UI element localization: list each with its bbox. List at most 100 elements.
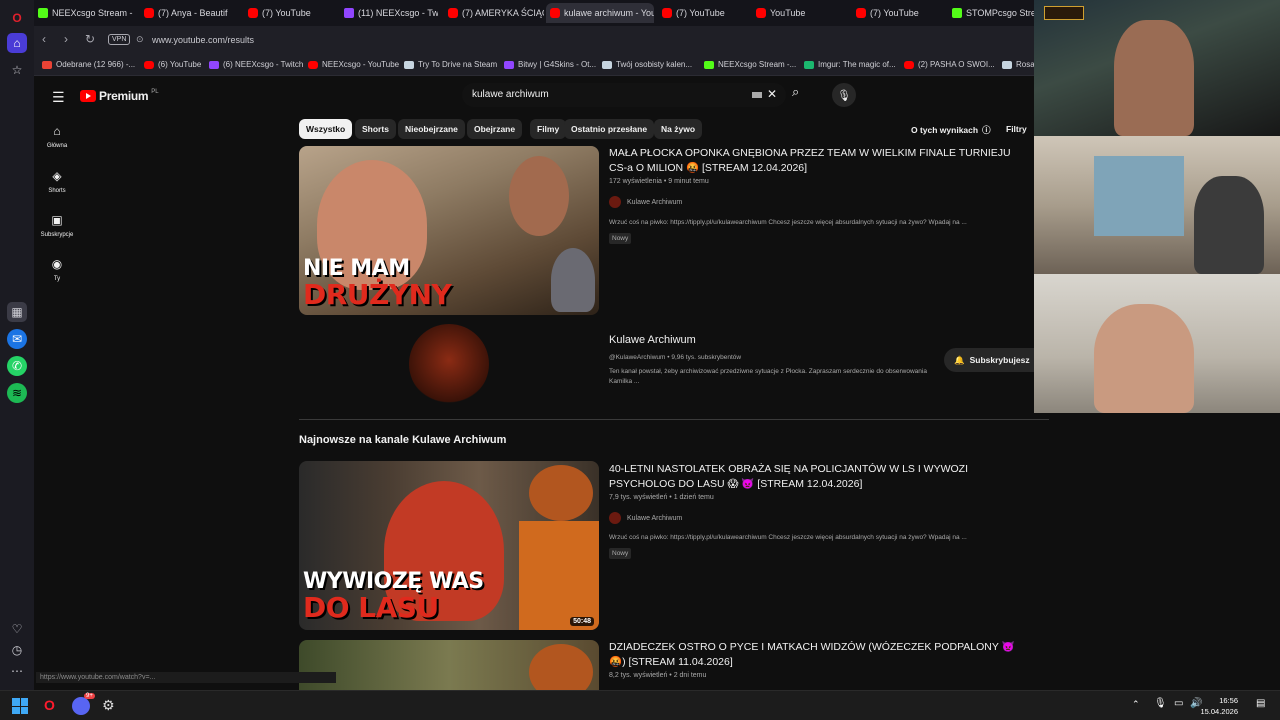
channel-name[interactable]: Kulawe Archiwum xyxy=(609,334,696,346)
tab[interactable]: (7) Anya - Beautif xyxy=(140,3,240,23)
chip-watched[interactable]: Obejrzane xyxy=(467,119,523,139)
guide-shorts[interactable]: ◈ Shorts xyxy=(38,169,76,194)
app-icon[interactable]: ▦ xyxy=(7,302,27,322)
lock-icon[interactable]: ⊙ xyxy=(136,34,144,45)
tab[interactable]: (7) AMERYKA ŚCIĄGA xyxy=(444,3,544,23)
search-box[interactable]: kulawe archiwum ✕ xyxy=(462,83,786,107)
channel-name[interactable]: Kulawe Archiwum xyxy=(627,515,682,522)
bookmark[interactable]: NEEXcsgo Stream -... xyxy=(704,60,796,69)
bookmark[interactable]: Odebrane (12 966) -... xyxy=(42,60,135,69)
guide-home[interactable]: ⌂ Główna xyxy=(38,124,76,149)
app-taskbar-icon[interactable]: ⚙ xyxy=(102,697,115,714)
menu-icon[interactable]: ☰ xyxy=(52,89,65,106)
filters-button[interactable]: Filtry xyxy=(1006,124,1027,134)
whatsapp-icon[interactable]: ✆ xyxy=(7,356,27,376)
clock-time: 16:56 xyxy=(1219,696,1238,705)
bookmark[interactable]: (6) NEEXcsgo - Twitch xyxy=(209,60,303,69)
steam-icon xyxy=(602,60,612,69)
video-channel[interactable]: Kulawe Archiwum xyxy=(609,196,682,208)
tab-label: (7) AMERYKA ŚCIĄGA xyxy=(462,8,544,18)
bookmark[interactable]: Try To Drive na Steam xyxy=(404,60,497,69)
bookmark[interactable]: (2) PASHA O SWOI... xyxy=(904,60,995,69)
tab[interactable]: (7) YouTube xyxy=(244,3,334,23)
channel-avatar[interactable] xyxy=(609,512,621,524)
logo-region: PL xyxy=(151,89,159,95)
chevron-up-icon[interactable]: ⌃ xyxy=(1132,699,1140,710)
streamer xyxy=(1194,176,1264,274)
back-icon[interactable]: ‹ xyxy=(42,32,46,46)
channel-avatar[interactable] xyxy=(609,196,621,208)
reload-icon[interactable]: ↻ xyxy=(85,32,95,46)
clock[interactable]: 16:56 15.04.2026 xyxy=(1200,695,1238,717)
notification-icon[interactable]: ▤ xyxy=(1256,698,1265,709)
kick-icon xyxy=(704,60,714,69)
forward-icon[interactable]: › xyxy=(64,32,68,46)
chip-recently-uploaded[interactable]: Ostatnio przesłane xyxy=(564,119,655,139)
browser-sidebar: O ⌂ ☆ ▦ ✉ ✆ ≋ ♡ ◷ ⋯ xyxy=(0,0,34,690)
shorts-icon: ◈ xyxy=(52,169,62,183)
guide-subscriptions[interactable]: ▣ Subskrypcje xyxy=(38,213,76,238)
twitch-icon xyxy=(344,8,354,18)
bookmark-label: (6) YouTube xyxy=(158,60,202,69)
url-field[interactable]: www.youtube.com/results xyxy=(152,35,254,45)
mic-icon[interactable]: 🎙 xyxy=(1154,698,1167,709)
video-channel[interactable]: Kulawe Archiwum xyxy=(609,512,682,524)
search-button[interactable]: ⌕ xyxy=(792,84,799,100)
bookmark-label: Try To Drive na Steam xyxy=(418,60,498,69)
tab[interactable]: NEEXcsgo Stream - W xyxy=(34,3,134,23)
bookmark[interactable]: Twój osobisty kalen... xyxy=(602,60,692,69)
tab[interactable]: (11) NEEXcsgo - Twitc xyxy=(340,3,438,23)
video-thumbnail[interactable]: NIE MAM DRUŻYNY xyxy=(299,146,599,315)
tab[interactable]: (7) YouTube xyxy=(852,3,942,23)
discord-taskbar-icon[interactable] xyxy=(72,697,90,715)
vpn-badge[interactable]: VPN xyxy=(108,34,131,45)
chip-videos[interactable]: Filmy xyxy=(530,119,567,139)
clear-search-icon[interactable]: ✕ xyxy=(767,87,777,101)
chip-all[interactable]: Wszystko xyxy=(299,119,353,139)
bookmark[interactable]: (6) YouTube xyxy=(144,60,201,69)
video-title[interactable]: 40-LETNI NASTOLATEK OBRAŻA SIĘ NA POLICJ… xyxy=(609,462,1024,492)
youtube-premium-logo[interactable]: Premium PL xyxy=(80,89,159,103)
youtube-icon xyxy=(448,8,458,18)
youtube-icon xyxy=(662,8,672,18)
heart-icon[interactable]: ♡ xyxy=(7,619,27,639)
tab[interactable]: STOMPcsgo Stream xyxy=(948,3,1034,23)
youtube-icon xyxy=(856,8,866,18)
more-icon[interactable]: ⋯ xyxy=(7,661,27,681)
video-title[interactable]: MAŁA PŁOCKA OPONKA GNĘBIONA PRZEZ TEAM W… xyxy=(609,146,1024,176)
chip-unwatched[interactable]: Nieobejrzane xyxy=(398,119,465,139)
messenger-icon[interactable]: ✉ xyxy=(7,329,27,349)
channel-description: Ten kanał powstał, żeby archiwizować prz… xyxy=(609,368,927,385)
chip-live[interactable]: Na żywo xyxy=(654,119,703,139)
voice-search-icon[interactable]: 🎙 xyxy=(832,83,856,107)
opera-logo-icon[interactable]: O xyxy=(7,8,27,28)
bell-icon: 🔔 xyxy=(954,354,965,365)
video-thumbnail[interactable]: WYWIOZĘ WAS DO LASU 50:48 xyxy=(299,461,599,630)
opera-taskbar-icon[interactable]: O xyxy=(44,697,55,713)
video-title[interactable]: DZIADECZEK OSTRO O PYCE I MATKACH WIDZÓW… xyxy=(609,640,1024,670)
search-input[interactable]: kulawe archiwum xyxy=(472,89,549,100)
windows-start-icon[interactable] xyxy=(12,698,28,714)
bookmark[interactable]: NEEXcsgo - YouTube xyxy=(308,60,399,69)
bookmark-label: Odebrane (12 966) -... xyxy=(56,60,136,69)
star-icon[interactable]: ☆ xyxy=(7,60,27,80)
channel-name[interactable]: Kulawe Archiwum xyxy=(627,199,682,206)
tab[interactable]: YouTube xyxy=(752,3,842,23)
twitch-icon xyxy=(209,60,219,69)
keyboard-icon[interactable] xyxy=(752,92,762,98)
tab[interactable]: (7) YouTube xyxy=(658,3,748,23)
network-icon[interactable]: ▭ xyxy=(1174,698,1183,709)
spotify-icon[interactable]: ≋ xyxy=(7,383,27,403)
tab-active[interactable]: kulawe archiwum - YouTu xyxy=(546,3,654,23)
info-icon: ⓘ xyxy=(982,125,991,135)
channel-avatar[interactable] xyxy=(409,324,489,404)
bookmark[interactable]: Bitwy | G4Skins - Ot... xyxy=(504,60,596,69)
guide-you[interactable]: ◉ Ty xyxy=(38,257,76,282)
about-results-button[interactable]: O tych wynikach ⓘ xyxy=(911,124,991,136)
youtube-icon xyxy=(248,8,258,18)
you-icon: ◉ xyxy=(51,257,63,271)
chip-shorts[interactable]: Shorts xyxy=(355,119,396,139)
history-icon[interactable]: ◷ xyxy=(7,640,27,660)
bookmark[interactable]: Imgur: The magic of... xyxy=(804,60,896,69)
home-icon[interactable]: ⌂ xyxy=(7,33,27,53)
